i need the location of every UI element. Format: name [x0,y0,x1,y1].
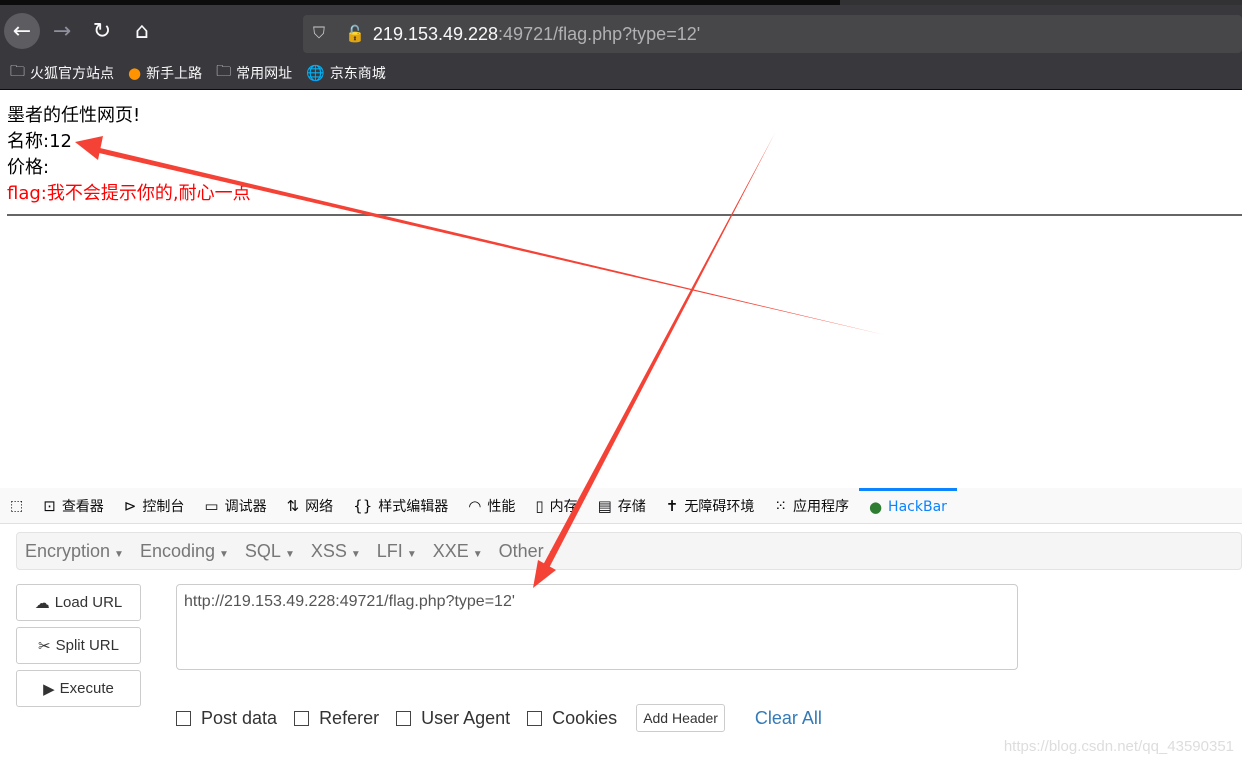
home-button[interactable]: ⌂ [124,13,160,49]
tab-label: 存储 [617,498,646,515]
menu-sql[interactable]: SQL ▼ [245,541,295,562]
tab-console[interactable]: ⊳ 控制台 [114,488,195,524]
button-label: Load URL [54,594,123,611]
bookmark-label: 火狐官方站点 [30,66,115,82]
tab-label: 控制台 [142,498,185,515]
bookmarks-bar: 🗀 火狐官方站点 ● 新手上路 🗀 常用网址 🌐 京东商城 [0,57,1242,90]
add-header-button[interactable]: Add Header [636,704,725,732]
inspector-icon: ⊡ [43,496,56,515]
flag-line: flag:我不会提示你的,耐心一点 [7,183,251,204]
tab-application[interactable]: ⁙ 应用程序 [764,488,859,524]
insecure-lock-icon: 🔓 [345,26,365,43]
name-line: 名称:12 [7,131,72,152]
picker-icon: ⬚ [10,497,24,514]
reload-button[interactable]: ↻ [84,13,120,49]
menu-other[interactable]: Other ▼ [499,541,558,562]
grid-icon: ⁙ [774,496,787,515]
price-line: 价格: [7,157,50,178]
load-url-button[interactable]: ☁ Load URL [16,584,141,621]
button-label: Execute [59,680,114,697]
devtools-panel: ⬚ ⊡ 查看器 ⊳ 控制台 ▭ 调试器 ⇅ 网络 {} 样式编辑器 ◠ 性能 ▯ 内存 ▤ 存储… [0,487,1242,763]
post-data-checkbox[interactable]: Post data [176,708,277,729]
menu-xss[interactable]: XSS ▼ [311,541,361,562]
tab-label: HackBar [888,499,947,515]
menu-encoding[interactable]: Encoding ▼ [140,541,229,562]
tab-hackbar[interactable]: ● HackBar [858,487,957,524]
element-picker-button[interactable]: ⬚ [0,488,33,524]
console-icon: ⊳ [123,496,137,515]
bookmark-label: 京东商城 [329,66,386,82]
referer-checkbox[interactable]: Referer [294,708,379,729]
storage-icon: ▤ [597,496,612,515]
tab-performance[interactable]: ◠ 性能 [458,488,525,524]
tab-label: 样式编辑器 [378,498,449,515]
network-icon: ⇅ [286,496,300,515]
firefox-icon: ● [128,64,142,82]
tab-storage[interactable]: ▤ 存储 [588,488,656,524]
tab-label: 内存 [549,498,578,515]
bookmark-item[interactable]: 🌐 京东商城 [306,63,386,83]
tab-memory[interactable]: ▯ 内存 [525,488,587,524]
braces-icon: {} [353,496,373,515]
accessibility-icon: ✝ [665,496,679,515]
tab-network[interactable]: ⇅ 网络 [277,488,344,524]
bookmark-item[interactable]: 🗀 常用网址 [216,61,292,86]
tab-label: 性能 [487,498,516,515]
page-content: 墨者的任性网页! 名称:12 价格: flag:我不会提示你的,耐心一点 [7,103,251,207]
folder-icon: 🗀 [10,61,26,80]
bookmark-label: 常用网址 [236,66,293,82]
hackbar-menu: Encryption ▼ Encoding ▼ SQL ▼ XSS ▼ LFI ▼ XXE… [16,532,1242,570]
tab-accessibility[interactable]: ✝ 无障碍环境 [656,488,765,524]
scissors-icon: ✂ [38,637,51,655]
execute-button[interactable]: ▶ Execute [16,670,141,707]
button-label: Split URL [55,637,119,654]
bookmark-label: 新手上路 [146,66,203,82]
memory-icon: ▯ [535,496,544,515]
tab-inspector[interactable]: ⊡ 查看器 [33,488,114,524]
devtools-tabs: ⬚ ⊡ 查看器 ⊳ 控制台 ▭ 调试器 ⇅ 网络 {} 样式编辑器 ◠ 性能 ▯ 内存 ▤ 存储… [0,487,1242,524]
tab-debugger[interactable]: ▭ 调试器 [194,488,276,524]
tab-label: 无障碍环境 [684,498,755,515]
folder-icon: 🗀 [216,61,232,80]
gauge-icon: ◠ [468,496,482,515]
url-textarea[interactable]: http://219.153.49.228:49721/flag.php?typ… [176,584,1018,670]
hackbar-options: Post data Referer User Agent Cookies Add… [176,704,822,732]
cloud-download-icon: ☁ [34,594,50,612]
watermark: https://blog.csdn.net/qq_43590351 [1003,738,1234,755]
hackbar-icon: ● [868,498,883,516]
bookmark-item[interactable]: ● 新手上路 [128,63,202,83]
menu-encryption[interactable]: Encryption ▼ [25,541,124,562]
tab-label: 应用程序 [792,498,849,515]
tab-label: 调试器 [224,498,267,515]
page-heading: 墨者的任性网页! [7,105,141,126]
menu-lfi[interactable]: LFI ▼ [377,541,417,562]
divider [7,214,1242,216]
back-button[interactable]: ← [4,13,40,49]
tab-label: 网络 [305,498,334,515]
user-agent-checkbox[interactable]: User Agent [396,708,510,729]
url-host: 219.153.49.228 [372,23,499,44]
bookmark-item[interactable]: 🗀 火狐官方站点 [10,61,114,86]
url-path: :49721/flag.php?type=12' [498,23,701,44]
nav-toolbar: ← → ↻ ⌂ ⛉ 🔓 219.153.49.228:49721/flag.ph… [0,5,1242,57]
play-icon: ▶ [43,680,55,698]
url-bar[interactable]: ⛉ 🔓 219.153.49.228:49721/flag.php?type=1… [303,15,1242,53]
debugger-icon: ▭ [204,496,219,515]
cookies-checkbox[interactable]: Cookies [527,708,617,729]
forward-button[interactable]: → [44,13,80,49]
globe-icon: 🌐 [306,64,325,82]
menu-xxe[interactable]: XXE ▼ [433,541,483,562]
tab-style-editor[interactable]: {} 样式编辑器 [343,488,458,524]
clear-all-link[interactable]: Clear All [755,708,822,729]
tab-label: 查看器 [61,498,104,515]
shield-icon: ⛉ [313,25,326,42]
split-url-button[interactable]: ✂ Split URL [16,627,141,664]
